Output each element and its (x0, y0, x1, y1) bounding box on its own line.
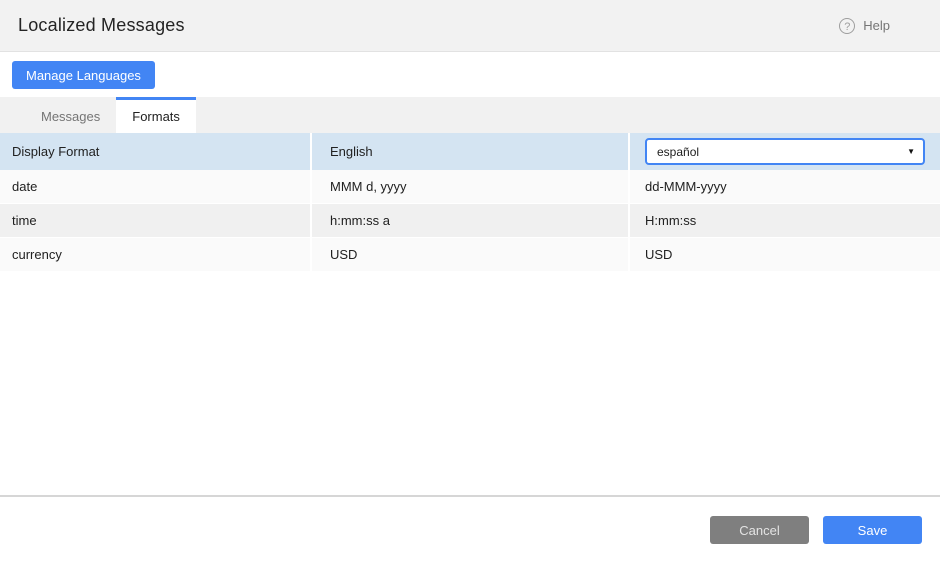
manage-languages-button[interactable]: Manage Languages (12, 61, 155, 89)
chevron-down-icon: ▼ (907, 148, 915, 156)
cancel-button[interactable]: Cancel (710, 516, 809, 544)
format-name-cell: currency (0, 238, 310, 271)
localized-format-cell[interactable]: USD (628, 238, 940, 271)
footer-divider (0, 495, 940, 497)
column-header-english: English (310, 133, 628, 170)
table-row-currency: currency USD USD (0, 238, 940, 272)
footer-actions: Cancel Save (710, 516, 922, 544)
tab-strip: Messages Formats (0, 97, 940, 133)
page-title: Localized Messages (18, 15, 185, 36)
table-header-row: Display Format English español ▼ (0, 133, 940, 170)
table-row-date: date MMM d, yyyy dd-MMM-yyyy (0, 170, 940, 204)
english-format-cell: USD (310, 238, 628, 271)
localized-messages-page: Localized Messages ? Help Manage Languag… (0, 0, 940, 563)
save-button[interactable]: Save (823, 516, 922, 544)
table-row-time: time h:mm:ss a H:mm:ss (0, 204, 940, 238)
format-name-cell: date (0, 170, 310, 203)
tab-messages[interactable]: Messages (25, 97, 116, 133)
column-header-display-format: Display Format (0, 133, 310, 170)
help-button[interactable]: ? Help (839, 18, 922, 34)
tab-formats[interactable]: Formats (116, 97, 196, 133)
format-name-cell: time (0, 204, 310, 237)
formats-table: Display Format English español ▼ date MM… (0, 133, 940, 272)
english-format-cell: MMM d, yyyy (310, 170, 628, 203)
help-label: Help (863, 18, 890, 33)
column-header-language-cell: español ▼ (628, 133, 940, 170)
english-format-cell: h:mm:ss a (310, 204, 628, 237)
language-select-value: español (657, 145, 699, 159)
localized-format-cell[interactable]: H:mm:ss (628, 204, 940, 237)
help-icon: ? (839, 18, 855, 34)
toolbar-row: Manage Languages (0, 53, 940, 97)
language-select[interactable]: español ▼ (645, 138, 925, 165)
localized-format-cell[interactable]: dd-MMM-yyyy (628, 170, 940, 203)
top-header-bar: Localized Messages ? Help (0, 0, 940, 52)
